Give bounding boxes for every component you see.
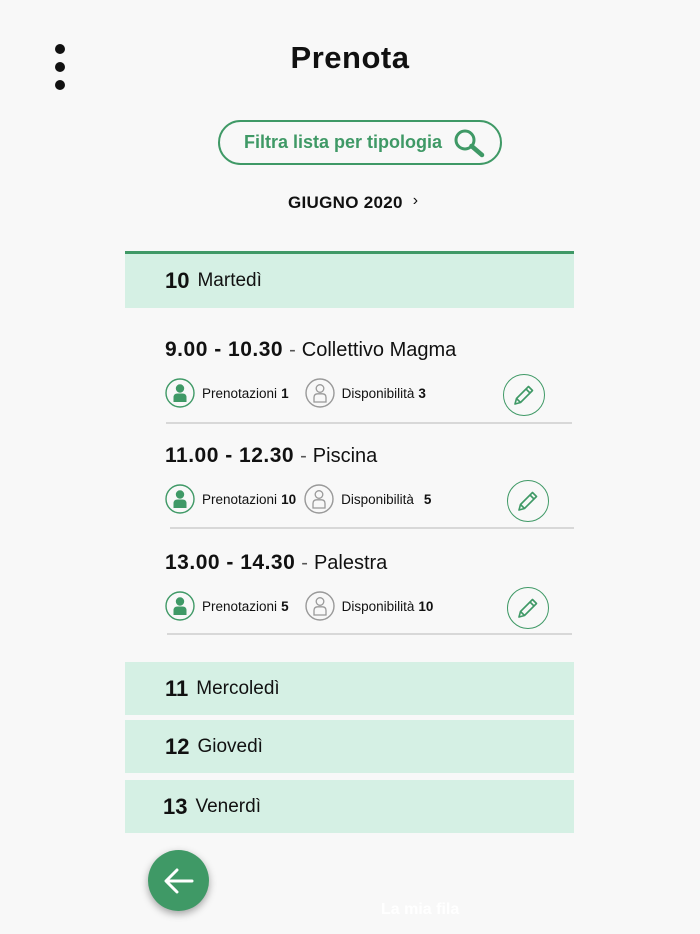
slot-item[interactable]: 11.00 - 12.30- Piscina Prenotazioni 10 Di… bbox=[165, 444, 573, 522]
day-number: 12 bbox=[165, 733, 190, 759]
person-outline-icon bbox=[304, 591, 335, 621]
pencil-icon bbox=[518, 491, 538, 511]
day-name: Venerdì bbox=[195, 795, 261, 817]
edit-button[interactable] bbox=[507, 480, 549, 522]
arrow-left-icon bbox=[164, 868, 193, 893]
search-icon bbox=[454, 129, 485, 158]
day-number: 10 bbox=[165, 268, 190, 293]
slot-time: 9.00 - 10.30 bbox=[165, 338, 284, 361]
slot-dash: - bbox=[289, 339, 296, 361]
bookings-count: 5 bbox=[281, 598, 289, 614]
pencil-icon bbox=[514, 385, 534, 405]
day-number: 13 bbox=[163, 793, 188, 819]
slot-name: Collettivo Magma bbox=[301, 339, 457, 361]
bookings-stat: Prenotazioni 10 bbox=[165, 484, 296, 514]
availability-stat: Disponibilità 5 bbox=[304, 484, 431, 514]
day-name: Giovedì bbox=[197, 735, 263, 757]
day-header-12[interactable]: 12 Giovedì bbox=[125, 720, 574, 773]
day-number: 11 bbox=[165, 675, 189, 701]
bookings-count: 1 bbox=[281, 385, 289, 401]
person-outline-icon bbox=[304, 378, 335, 408]
day-name: Mercoledì bbox=[196, 677, 280, 699]
my-queue-link[interactable]: La mia fila bbox=[381, 901, 459, 919]
availability-label: Disponibilità bbox=[341, 491, 414, 507]
slot-time: 11.00 - 12.30 bbox=[165, 444, 295, 467]
person-outline-icon bbox=[304, 484, 334, 514]
bookings-label: Prenotazioni bbox=[202, 385, 278, 401]
pencil-icon bbox=[518, 598, 538, 618]
slot-item[interactable]: 9.00 - 10.30- Collettivo Magma Prenotazio… bbox=[165, 338, 573, 416]
day-name: Martedì bbox=[197, 270, 262, 291]
availability-label: Disponibilità bbox=[341, 385, 415, 401]
slot-item[interactable]: 13.00 - 14.30- Palestra Prenotazioni 5 Di… bbox=[165, 551, 573, 629]
page-title: Prenota bbox=[290, 40, 410, 75]
availability-count: 3 bbox=[418, 385, 426, 401]
back-button[interactable] bbox=[148, 850, 209, 911]
availability-count: 5 bbox=[423, 491, 432, 507]
day-header-13[interactable]: 13 Venerdì bbox=[125, 780, 574, 833]
bookings-stat: Prenotazioni 5 bbox=[165, 591, 289, 621]
availability-stat: Disponibilità 3 bbox=[304, 378, 426, 408]
slot-dash: - bbox=[300, 445, 307, 467]
slot-time: 13.00 - 14.30 bbox=[165, 551, 296, 574]
bookings-label: Prenotazioni bbox=[202, 598, 278, 614]
divider bbox=[167, 633, 572, 635]
person-filled-icon bbox=[165, 484, 195, 514]
chevron-right-icon: › bbox=[412, 192, 419, 209]
month-label: GIUGNO 2020 bbox=[288, 193, 403, 212]
filter-type-button[interactable]: Filtra lista per tipologia bbox=[218, 120, 502, 165]
availability-count: 10 bbox=[418, 598, 434, 614]
month-selector[interactable]: GIUGNO 2020 › bbox=[288, 192, 419, 213]
slot-name: Piscina bbox=[312, 445, 378, 467]
divider bbox=[170, 527, 574, 529]
edit-button[interactable] bbox=[503, 374, 545, 416]
bookings-label: Prenotazioni bbox=[202, 491, 278, 507]
filter-label: Filtra lista per tipologia bbox=[244, 132, 443, 152]
bookings-count: 10 bbox=[281, 491, 297, 507]
availability-label: Disponibilità bbox=[341, 598, 415, 614]
slot-name: Palestra bbox=[313, 552, 388, 574]
slot-dash: - bbox=[301, 552, 308, 574]
divider bbox=[166, 422, 572, 424]
edit-button[interactable] bbox=[507, 587, 549, 629]
day-header-10[interactable]: 10 Martedì bbox=[125, 251, 574, 308]
bookings-stat: Prenotazioni 1 bbox=[165, 378, 289, 408]
person-filled-icon bbox=[165, 378, 195, 408]
availability-stat: Disponibilità 10 bbox=[304, 591, 434, 621]
booking-screen: Prenota Filtra lista per tipologia GIUGN… bbox=[0, 0, 700, 934]
person-filled-icon bbox=[165, 591, 195, 621]
day-header-11[interactable]: 11 Mercoledì bbox=[125, 662, 574, 715]
